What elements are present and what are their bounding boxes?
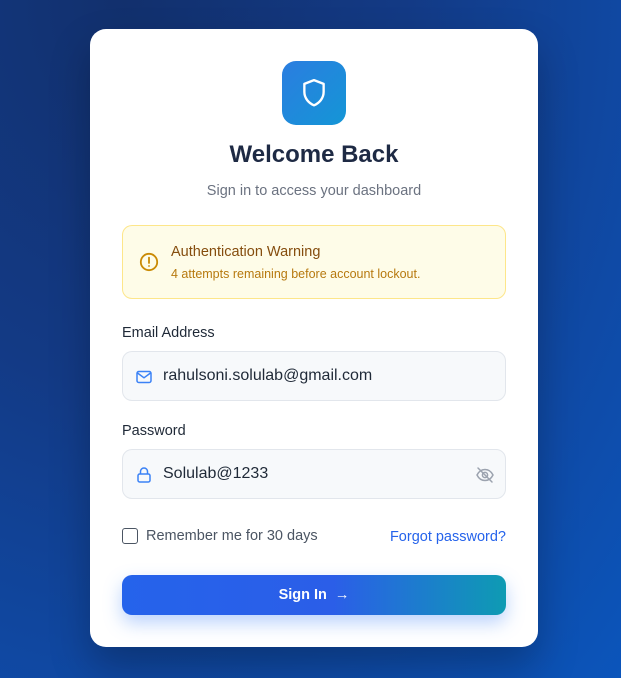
email-field-container <box>122 351 506 401</box>
alert-message: 4 attempts remaining before account lock… <box>171 267 421 281</box>
lock-icon <box>137 467 151 483</box>
remember-me-label: Remember me for 30 days <box>146 528 318 544</box>
password-field-container <box>122 449 506 499</box>
login-card: Welcome Back Sign in to access your dash… <box>90 29 538 647</box>
sign-in-label: Sign In <box>278 587 327 603</box>
eye-off-icon[interactable] <box>475 465 495 485</box>
email-label: Email Address <box>122 325 215 341</box>
email-input[interactable] <box>163 352 463 400</box>
logo-badge <box>282 61 346 125</box>
password-label: Password <box>122 423 186 439</box>
sign-in-button[interactable]: Sign In → <box>122 575 506 615</box>
page-subtitle: Sign in to access your dashboard <box>206 183 422 199</box>
remember-me-checkbox[interactable] <box>122 528 138 544</box>
alert-title: Authentication Warning <box>171 244 321 260</box>
shield-icon <box>303 78 325 107</box>
password-input[interactable] <box>163 450 463 498</box>
page-title: Welcome Back <box>229 141 399 168</box>
remember-me-toggle[interactable]: Remember me for 30 days <box>122 528 318 544</box>
arrow-right-icon: → <box>334 587 350 603</box>
alert-circle-icon <box>139 252 159 272</box>
auth-warning-alert: Authentication Warning 4 attempts remain… <box>122 225 506 299</box>
mail-icon <box>136 370 152 384</box>
forgot-password-link[interactable]: Forgot password? <box>390 529 506 545</box>
